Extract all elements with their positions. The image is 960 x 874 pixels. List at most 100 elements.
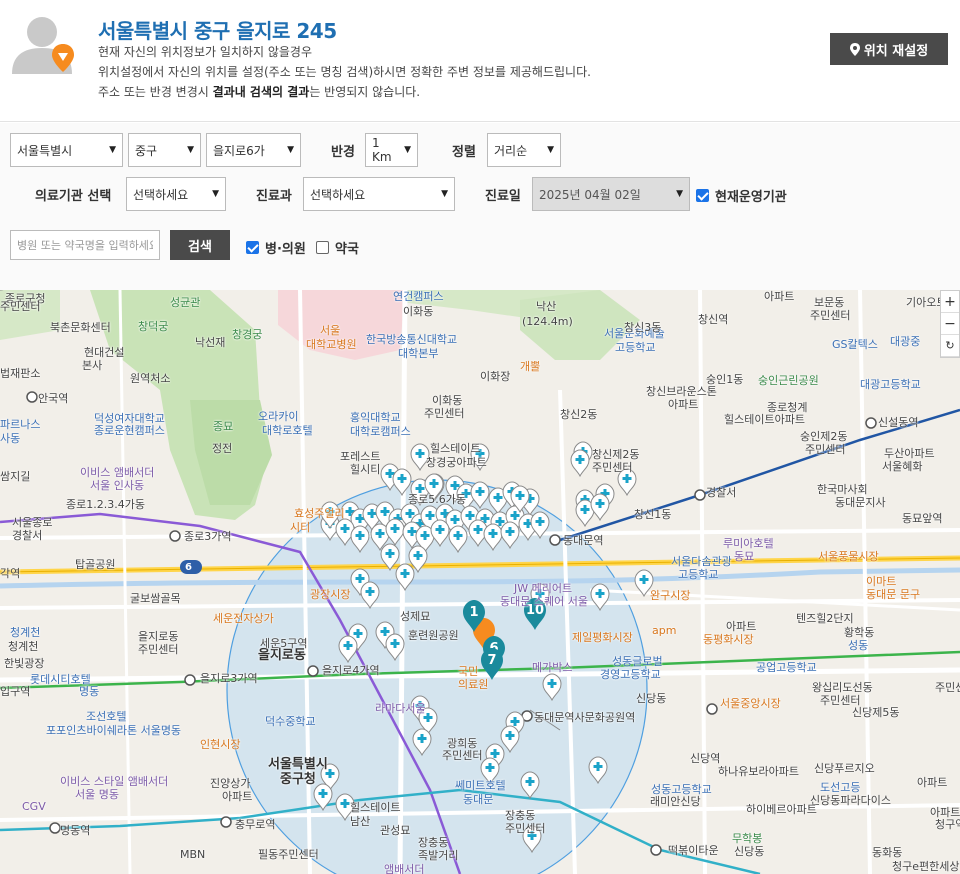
sido-select[interactable]: 서울특별시 ▼ (10, 133, 123, 167)
clinic-marker[interactable] (470, 481, 490, 510)
map-place-label: 동대문역사문화공원역 (534, 711, 636, 724)
map-place-label: 텐즈힐2단지 (796, 612, 854, 625)
map-place-label: 개뿔 (520, 360, 541, 373)
map-place-label: 광장시장 (310, 588, 351, 601)
clinic-marker[interactable] (360, 581, 380, 610)
map-place-label: 청계천 (10, 626, 41, 639)
clinic-marker[interactable] (430, 519, 450, 548)
map-place-label: 낙산 (536, 300, 557, 313)
map-place-label: 동대문 스퀘어 서울 (500, 595, 588, 608)
map-place-label: 종로1.2.3.4가동 (66, 498, 145, 511)
map-place-label: 동대문지사 (835, 496, 886, 509)
map-place-label: 경영고등학교 (600, 668, 661, 681)
clinic-marker[interactable] (392, 468, 412, 497)
search-filter-panel: 서울특별시 ▼ 중구 ▼ 을지로6가 ▼ 반경 1 Km ▼ 정렬 거리순 ▼ 의료기관 … (0, 123, 960, 290)
location-notice-2: 위치설정에서 자신의 위치를 설정(주소 또는 명칭 검색)하시면 정확한 주변… (98, 65, 591, 79)
map-place-label: 오라카이 (258, 410, 299, 423)
radius-select[interactable]: 1 Km ▼ (365, 133, 418, 167)
map-place-label: 세운전자상가 (213, 612, 274, 625)
clinic-cluster-marker[interactable]: 7 (481, 648, 503, 680)
map-place-label: 왕십리도선동 (812, 681, 873, 694)
clinic-marker[interactable] (313, 783, 333, 812)
map-place-label: 남산 (350, 815, 371, 828)
map-place-label: 창신역 (698, 313, 729, 326)
map-place-label: 창신브라운스톤 (646, 385, 717, 398)
map-place-label: 숭인제2동 (800, 430, 848, 443)
map-place-label: 동묘 (734, 550, 755, 563)
map-place-label: 대학로캠퍼스 (350, 425, 411, 438)
checkbox-unchecked-icon (316, 241, 329, 254)
clinic-marker[interactable] (338, 635, 358, 664)
clinic-marker[interactable] (542, 673, 562, 702)
map-place-label: 관성묘 (380, 824, 411, 837)
map-place-label: 신당동파라다이스 (810, 794, 891, 807)
clinic-marker[interactable] (448, 525, 468, 554)
zoom-controls: + − ↻ (940, 290, 960, 358)
sort-select[interactable]: 거리순 ▼ (487, 133, 561, 167)
pharmacy-checkbox[interactable]: 약국 (316, 238, 359, 257)
map-place-label: 쎄미트호텔 (455, 779, 506, 792)
map-place-label: 신설동역 (878, 416, 919, 429)
map-place-label: 의료원 (458, 678, 489, 691)
clinic-checkbox[interactable]: 병·의원 (246, 238, 306, 257)
map-place-label: 루미아호텔 (723, 537, 774, 550)
clinic-marker[interactable] (590, 583, 610, 612)
map-view[interactable]: 11067 종로구청주민센터성균관창덕궁낙선재창경궁북촌문화센터현대건설본사법재… (0, 290, 960, 874)
map-place-label: 완구시장 (650, 589, 691, 602)
map-place-label: 청구역 (935, 818, 960, 831)
zoom-in-button[interactable]: + (941, 291, 959, 313)
clinic-marker[interactable] (350, 525, 370, 554)
date-label: 진료일 (485, 189, 521, 204)
clinic-marker[interactable] (385, 633, 405, 662)
clinic-marker[interactable] (395, 563, 415, 592)
open-now-checkbox[interactable]: 현재운영기관 (696, 186, 787, 205)
clinic-marker[interactable] (385, 518, 405, 547)
clinic-marker[interactable] (500, 725, 520, 754)
map-place-label: 성균관 (170, 296, 201, 309)
map-place-label: 청계천 (8, 640, 39, 653)
map-place-label: 힐스테이트아파트 (724, 413, 805, 426)
clinic-marker[interactable] (380, 543, 400, 572)
map-place-label: 대학본부 (398, 347, 439, 360)
map-place-label: 도선고등 (820, 781, 861, 794)
map-place-label: 신당동 (636, 692, 667, 705)
map-place-label: 을지로4가역 (322, 664, 380, 677)
clinic-marker[interactable] (530, 511, 550, 540)
map-place-label: 신당제5동 (852, 706, 900, 719)
clinic-marker[interactable] (570, 449, 590, 478)
map-place-label: 각역 (0, 567, 21, 580)
map-place-label: 대광중 (890, 335, 921, 348)
map-place-label: 탑골공원 (75, 558, 116, 571)
hospital-search-input[interactable]: 병원 또는 약국명을 입력하세요 (10, 230, 160, 260)
map-place-label: 충무로역 (235, 818, 276, 831)
map-place-label: 세운5구역 (260, 637, 308, 650)
map-place-label: 장충동 (505, 809, 536, 822)
map-place-label: 포레스트 (340, 450, 381, 463)
clinic-marker[interactable] (588, 756, 608, 785)
clinic-marker[interactable] (590, 493, 610, 522)
zoom-out-button[interactable]: − (941, 313, 959, 335)
zoom-reset-icon[interactable]: ↻ (941, 335, 959, 357)
dong-select[interactable]: 을지로6가 ▼ (206, 133, 301, 167)
map-place-label: 안국역 (38, 392, 69, 405)
clinic-marker[interactable] (520, 771, 540, 800)
department-select[interactable]: 선택하세요 ▼ (303, 177, 455, 211)
clinic-marker[interactable] (412, 728, 432, 757)
institution-select[interactable]: 선택하세요 ▼ (126, 177, 226, 211)
map-place-label: 래미안신당 (650, 795, 701, 808)
clinic-marker[interactable] (483, 523, 503, 552)
map-place-label: 본사 (82, 359, 103, 372)
sigungu-select[interactable]: 중구 ▼ (128, 133, 201, 167)
map-place-label: 아파트 (917, 776, 948, 789)
map-place-label: 한빛광장 (4, 657, 45, 670)
clinic-marker[interactable] (500, 521, 520, 550)
chevron-down-icon: ▼ (404, 145, 411, 155)
search-button[interactable]: 검색 (170, 230, 230, 260)
reset-location-button[interactable]: 위치 재설정 (830, 33, 948, 65)
date-select[interactable]: 2025년 04월 02일 ▼ (532, 177, 690, 211)
map-place-label: 청구e편한세상 (892, 860, 960, 873)
map-place-label: 황학동 (844, 626, 875, 639)
map-place-label: 보문동 (814, 296, 845, 309)
map-place-label: 신당푸르지오 (814, 762, 875, 775)
map-place-label: 앰배서더 (384, 863, 425, 874)
